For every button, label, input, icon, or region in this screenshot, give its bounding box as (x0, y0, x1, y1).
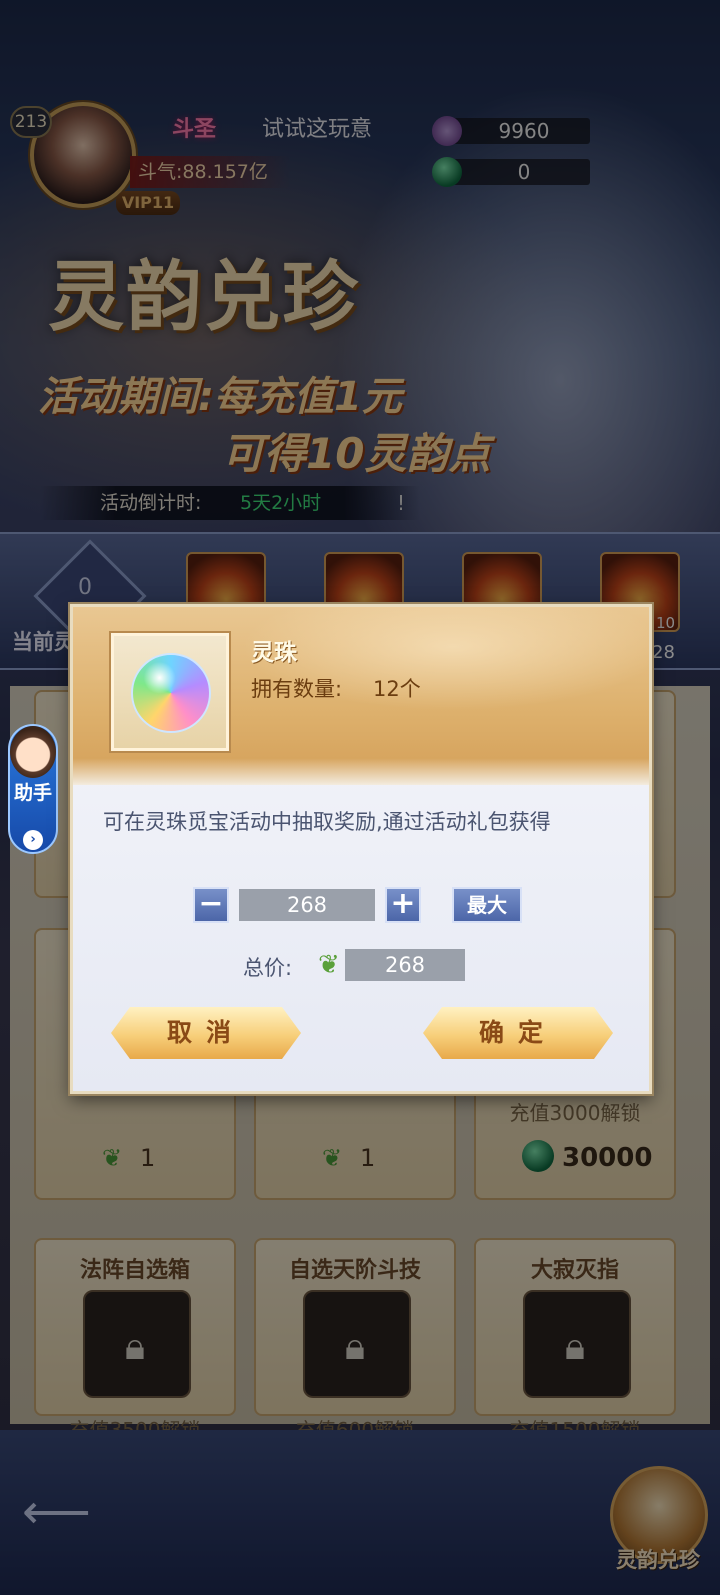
item-frame (111, 633, 229, 751)
assistant-label: 助手 (13, 782, 52, 804)
item-name: 灵珠 (251, 640, 297, 666)
increase-button[interactable]: + (385, 887, 421, 923)
assistant-button[interactable]: 助手 › (8, 724, 58, 854)
spirit-orb-icon (131, 653, 211, 733)
item-purchase-dialog: 灵珠 拥有数量: 12个 可在灵珠觅宝活动中抽取奖励,通过活动礼包获得 − + … (70, 604, 652, 1094)
max-button[interactable]: 最大 (452, 887, 522, 923)
assistant-avatar-icon (10, 726, 56, 778)
quantity-input[interactable] (239, 889, 375, 921)
confirm-button[interactable]: 确定 (423, 1007, 613, 1059)
owned-value: 12个 (373, 677, 421, 701)
total-label: 总价: (243, 956, 293, 980)
chevron-right-icon: › (23, 830, 43, 850)
item-description: 可在灵珠觅宝活动中抽取奖励,通过活动礼包获得 (103, 810, 551, 834)
total-value: 268 (345, 949, 465, 981)
decrease-button[interactable]: − (193, 887, 229, 923)
cancel-button[interactable]: 取消 (111, 1007, 301, 1059)
owned-label: 拥有数量: (251, 677, 343, 701)
